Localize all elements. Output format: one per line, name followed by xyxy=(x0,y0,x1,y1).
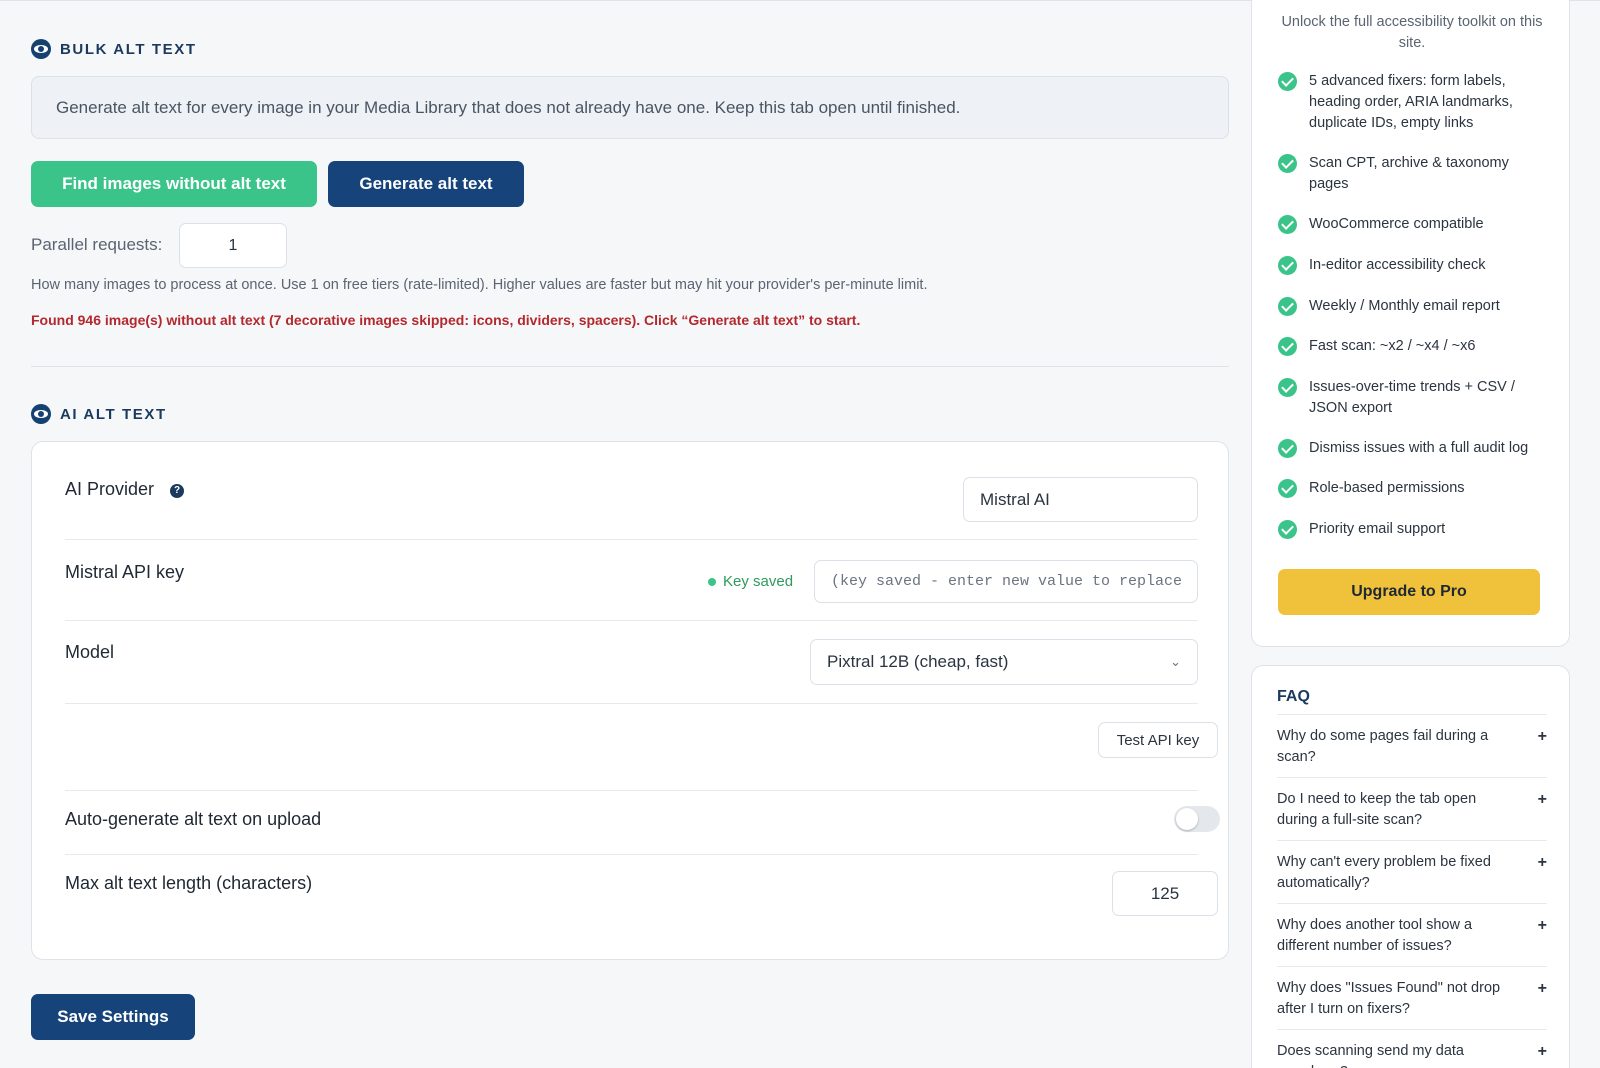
upgrade-pro-card: Unlock the full accessibility toolkit on… xyxy=(1251,0,1570,647)
upgrade-to-pro-button[interactable]: Upgrade to Pro xyxy=(1278,569,1540,615)
feature-item: Issues-over-time trends + CSV / JSON exp… xyxy=(1278,377,1548,419)
faq-item[interactable]: Why does another tool show a different n… xyxy=(1277,903,1547,957)
status-dot xyxy=(708,577,716,586)
found-images-status: Found 946 image(s) without alt text (7 d… xyxy=(31,312,861,328)
feature-item: Fast scan: ~x2 / ~x4 / ~x6 xyxy=(1278,336,1548,357)
faq-question: Why does "Issues Found" not drop after I… xyxy=(1277,980,1501,1017)
key-saved-text: Key saved xyxy=(723,573,794,590)
bulk-info-text: Generate alt text for every image in you… xyxy=(56,97,961,117)
row-divider xyxy=(65,703,1198,704)
row-divider xyxy=(65,790,1198,791)
ai-settings-card: AI Provider? Mistral AI Mistral API key … xyxy=(31,441,1229,960)
feature-text: Priority email support xyxy=(1309,521,1446,537)
faq-item[interactable]: Why can't every problem be fixed automat… xyxy=(1277,840,1547,894)
parallel-requests-label: Parallel requests: xyxy=(31,235,163,254)
check-icon xyxy=(1278,479,1297,498)
auto-generate-label: Auto-generate alt text on upload xyxy=(65,809,322,829)
feature-text: Role-based permissions xyxy=(1309,480,1465,496)
section-divider xyxy=(31,366,1229,367)
check-icon xyxy=(1278,337,1297,356)
faq-question: Why does another tool show a different n… xyxy=(1277,917,1473,954)
feature-item: 5 advanced fixers: form labels, heading … xyxy=(1278,71,1548,134)
check-icon xyxy=(1278,439,1297,458)
find-images-button[interactable]: Find images without alt text xyxy=(31,161,317,207)
check-icon xyxy=(1278,256,1297,275)
model-select[interactable]: Pixtral 12B (cheap, fast) ⌄ xyxy=(810,639,1198,685)
ai-provider-select[interactable]: Mistral AI xyxy=(963,477,1198,522)
ai-heading-text: AI ALT TEXT xyxy=(60,405,167,423)
generate-alt-text-button[interactable]: Generate alt text xyxy=(328,161,524,207)
faq-item[interactable]: Why does "Issues Found" not drop after I… xyxy=(1277,966,1547,1020)
ai-provider-row: AI Provider? xyxy=(65,479,185,500)
chevron-down-icon: ⌄ xyxy=(1170,654,1181,669)
parallel-help-text: How many images to process at once. Use … xyxy=(31,277,928,293)
check-icon xyxy=(1278,520,1297,539)
toggle-knob xyxy=(1176,808,1198,830)
model-label: Model xyxy=(65,642,115,662)
check-icon xyxy=(1278,72,1297,91)
faq-item[interactable]: Does scanning send my data anywhere? + xyxy=(1277,1029,1547,1068)
faq-question: Why can't every problem be fixed automat… xyxy=(1277,854,1491,891)
ai-provider-value: Mistral AI xyxy=(980,489,1050,509)
feature-item: Role-based permissions xyxy=(1278,478,1548,499)
plus-icon: + xyxy=(1537,791,1547,808)
faq-item[interactable]: Why do some pages fail during a scan? + xyxy=(1277,714,1547,768)
feature-item: Scan CPT, archive & taxonomy pages xyxy=(1278,153,1548,195)
api-key-input[interactable] xyxy=(814,560,1198,603)
feature-text: In-editor accessibility check xyxy=(1309,257,1486,273)
check-icon xyxy=(1278,297,1297,316)
max-length-label: Max alt text length (characters) xyxy=(65,873,313,893)
faq-item[interactable]: Do I need to keep the tab open during a … xyxy=(1277,777,1547,831)
save-settings-button[interactable]: Save Settings xyxy=(31,994,195,1040)
max-length-value: 125 xyxy=(1150,883,1180,903)
feature-item: Dismiss issues with a full audit log xyxy=(1278,438,1548,459)
plus-icon: + xyxy=(1537,854,1547,871)
feature-item: WooCommerce compatible xyxy=(1278,214,1548,235)
feature-text: 5 advanced fixers: form labels, heading … xyxy=(1309,73,1513,131)
row-divider xyxy=(65,539,1198,540)
pro-intro-text: Unlock the full accessibility toolkit on… xyxy=(1281,14,1543,51)
faq-card: FAQ Why do some pages fail during a scan… xyxy=(1251,665,1570,1068)
key-saved-badge: Key saved xyxy=(708,573,793,590)
check-icon xyxy=(1278,154,1297,173)
feature-item: Priority email support xyxy=(1278,519,1548,540)
check-icon xyxy=(1278,378,1297,397)
ai-provider-label: AI Provider xyxy=(65,479,155,499)
feature-item: In-editor accessibility check xyxy=(1278,255,1548,276)
max-length-input[interactable]: 125 xyxy=(1112,871,1218,916)
faq-question: Does scanning send my data anywhere? xyxy=(1277,1043,1464,1068)
parallel-requests-input[interactable] xyxy=(179,223,287,268)
eye-icon xyxy=(31,404,51,424)
help-icon[interactable]: ? xyxy=(170,484,185,498)
plus-icon: + xyxy=(1537,728,1547,745)
faq-question: Do I need to keep the tab open during a … xyxy=(1277,791,1477,828)
check-icon xyxy=(1278,215,1297,234)
bulk-info-box: Generate alt text for every image in you… xyxy=(31,76,1229,139)
plus-icon: + xyxy=(1537,1043,1547,1060)
feature-text: Dismiss issues with a full audit log xyxy=(1309,440,1529,456)
ai-alt-text-heading: AI ALT TEXT xyxy=(31,404,167,424)
feature-text: Weekly / Monthly email report xyxy=(1309,298,1500,314)
bulk-alt-text-heading: BULK ALT TEXT xyxy=(31,39,197,59)
row-divider xyxy=(65,620,1198,621)
feature-text: Fast scan: ~x2 / ~x4 / ~x6 xyxy=(1309,338,1476,354)
feature-text: WooCommerce compatible xyxy=(1309,216,1484,232)
feature-item: Weekly / Monthly email report xyxy=(1278,296,1548,317)
feature-text: Issues-over-time trends + CSV / JSON exp… xyxy=(1309,379,1515,416)
faq-question: Why do some pages fail during a scan? xyxy=(1277,728,1489,765)
faq-title: FAQ xyxy=(1277,688,1310,705)
plus-icon: + xyxy=(1537,917,1547,934)
model-value: Pixtral 12B (cheap, fast) xyxy=(827,652,1009,671)
eye-icon xyxy=(31,39,51,59)
bulk-heading-text: BULK ALT TEXT xyxy=(60,40,197,58)
row-divider xyxy=(65,854,1198,855)
api-key-label: Mistral API key xyxy=(65,562,185,582)
feature-text: Scan CPT, archive & taxonomy pages xyxy=(1309,155,1509,192)
auto-generate-toggle[interactable] xyxy=(1174,806,1220,832)
test-api-key-button[interactable]: Test API key xyxy=(1098,722,1218,758)
plus-icon: + xyxy=(1537,980,1547,997)
